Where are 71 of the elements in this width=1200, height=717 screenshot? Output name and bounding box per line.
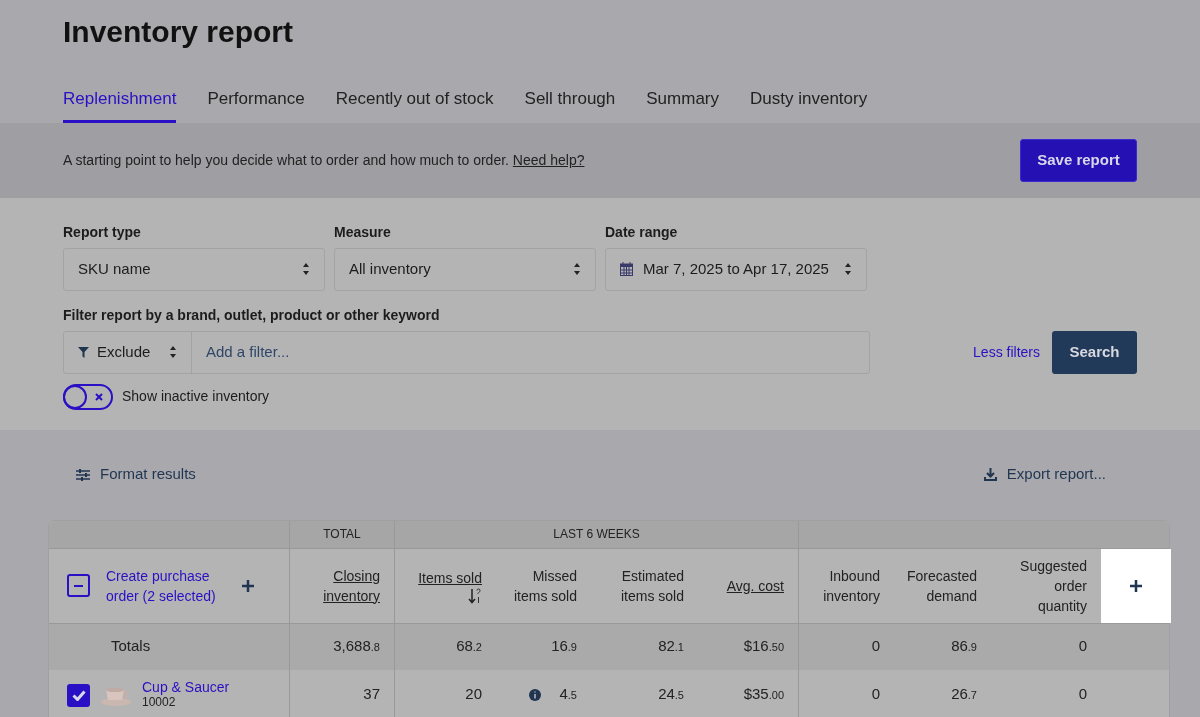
group-heading: TOTAL <box>323 526 361 543</box>
checkmark-icon <box>71 689 86 701</box>
help-link[interactable]: Need help? <box>512 151 585 168</box>
number-text: $16.50 <box>743 636 784 657</box>
plus-icon <box>1130 579 1142 592</box>
report-tab[interactable]: Recently out of stock <box>335 86 494 123</box>
toggle-switch[interactable] <box>63 383 113 410</box>
page-title: Inventory report <box>63 14 295 50</box>
sliders-icon <box>76 468 90 481</box>
column-heading: Missed items sold <box>512 566 577 606</box>
save-report-button[interactable]: Save report <box>1020 138 1137 182</box>
stepper-icon <box>302 262 310 276</box>
row-checkbox[interactable] <box>67 683 90 707</box>
totals-label: Totals <box>111 636 151 657</box>
create-order-link[interactable]: Create purchase order (2 selected) <box>106 565 226 606</box>
report-tab[interactable]: Sell through <box>524 86 616 123</box>
column-heading: Inbound inventory <box>822 566 880 606</box>
field-label: Report type <box>63 222 142 242</box>
column-heading: Forecasted demand <box>905 566 977 606</box>
number-text: 26.7 <box>951 684 977 705</box>
info-icon[interactable] <box>529 688 542 701</box>
mode-select[interactable]: Exclude <box>64 331 192 373</box>
number-text: $35.00 <box>743 684 784 705</box>
filter-input[interactable]: Add a filter... <box>192 340 869 364</box>
product-link[interactable]: Cup & Saucer <box>142 679 230 695</box>
column-heading: Suggested order quantity <box>1019 556 1087 616</box>
select-field[interactable]: Mar 7, 2025 to Apr 17, 2025 <box>605 247 867 291</box>
column-heading[interactable]: Items sold <box>418 567 482 588</box>
report-tab[interactable]: Dusty inventory <box>750 86 868 123</box>
number-text: 68.2 <box>456 636 482 657</box>
number-text: 37 <box>363 684 380 705</box>
export-report-button[interactable]: Export report... <box>983 463 1106 486</box>
report-tab[interactable]: Summary <box>646 86 719 123</box>
less-filters-link[interactable]: Less filters <box>973 341 1040 363</box>
search-button[interactable]: Search <box>1052 330 1137 374</box>
number-text: 86.9 <box>951 636 977 657</box>
description-text: A starting point to help you decide what to order and how much to order. Need help? <box>63 150 585 170</box>
select-field[interactable]: All inventory <box>334 247 596 291</box>
number-text: 82.1 <box>658 636 684 657</box>
plus-icon[interactable] <box>242 579 254 592</box>
select-all-checkbox[interactable] <box>67 574 90 597</box>
number-text: 20 <box>465 684 482 705</box>
field-label: Date range <box>605 222 679 242</box>
filter-icon <box>78 346 89 358</box>
stepper-icon <box>169 345 177 359</box>
report-tab[interactable]: Performance <box>207 86 305 123</box>
calendar-icon <box>620 262 633 276</box>
field-label: Filter report by a brand, outlet, product or other keyword <box>63 305 441 325</box>
number-text: 0 <box>871 636 880 657</box>
number-text: 0 <box>871 684 880 705</box>
download-icon <box>983 468 997 481</box>
filter-field[interactable]: Exclude Add a filter... <box>63 330 870 374</box>
add-column-button[interactable] <box>1101 548 1171 623</box>
sku-text: 10002 <box>142 694 177 710</box>
select-field[interactable]: SKU name <box>63 247 325 291</box>
format-results-button[interactable]: Format results <box>76 463 196 486</box>
field-label: Measure <box>334 222 392 242</box>
number-text: 4.5 <box>559 684 577 705</box>
number-text: 3,688.8 <box>333 636 380 657</box>
number-text: 24.5 <box>658 684 684 705</box>
number-text: 0 <box>1078 684 1087 705</box>
toggle-label: Show inactive inventory <box>122 387 270 406</box>
column-heading[interactable]: Closing inventory <box>290 565 380 606</box>
group-heading: LAST 6 WEEKS <box>553 526 640 543</box>
stepper-icon <box>573 262 581 276</box>
column-heading[interactable]: Avg. cost <box>726 575 784 596</box>
cross-icon <box>95 392 103 401</box>
stepper-icon <box>844 262 852 276</box>
column-heading: Estimated items sold <box>619 566 684 606</box>
number-text: 16.9 <box>551 636 577 657</box>
number-text: 0 <box>1078 636 1087 657</box>
